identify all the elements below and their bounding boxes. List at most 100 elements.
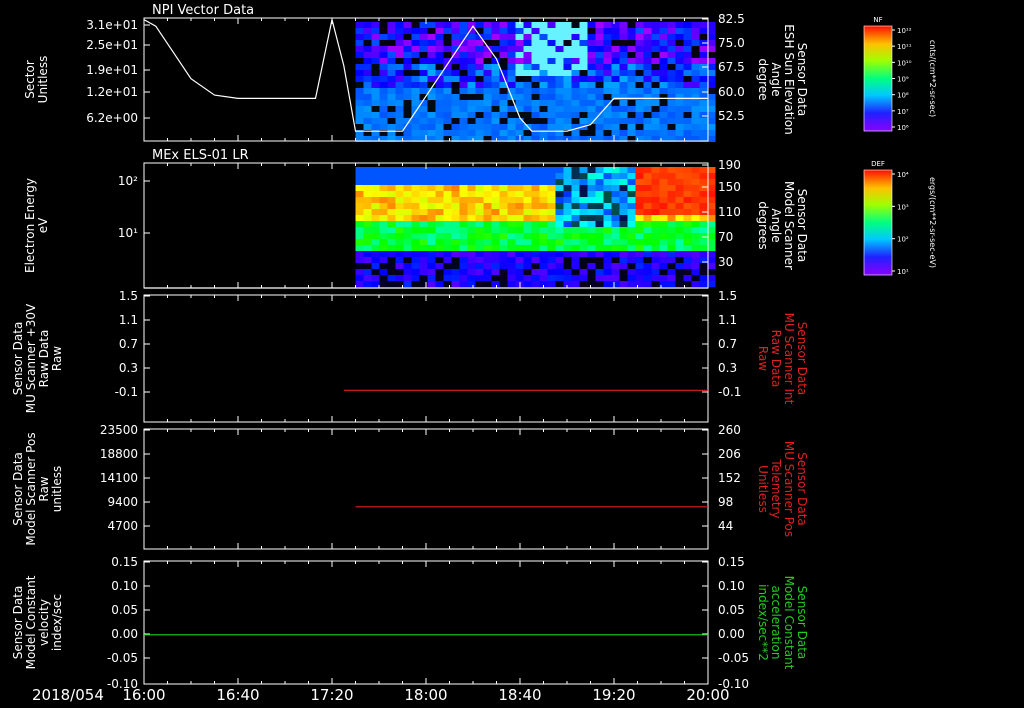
right-tick-label: 44	[718, 519, 733, 533]
colorbar-tick-label: 10³	[897, 203, 909, 211]
time-tick-label: 18:40	[498, 686, 541, 704]
left-tick-label: 6.2e+00	[86, 111, 138, 125]
left-tick-label: 0.15	[111, 555, 138, 569]
left-axis-label: unitless	[50, 466, 64, 512]
right-tick-label: 1.5	[718, 289, 737, 303]
left-axis-label: Model Scanner Pos	[24, 432, 38, 545]
right-axis-label: acceleration	[769, 586, 783, 660]
right-axis-label: Angle	[769, 62, 783, 96]
colorbar-units: cnts/(cm**2-sr-sec)	[928, 40, 937, 117]
left-axis-label: MU Scanner +30V	[24, 303, 38, 413]
right-tick-label: 0.05	[718, 603, 745, 617]
right-axis-label: Raw Data	[769, 330, 783, 388]
left-axis-label: velocity	[37, 599, 51, 646]
left-axis-label: Raw	[50, 346, 64, 371]
right-tick-label: 0.3	[718, 361, 737, 375]
right-tick-label: 0.00	[718, 627, 745, 641]
right-tick-label: 190	[718, 158, 741, 172]
right-axis-label: Sensor Data	[795, 452, 809, 526]
right-tick-label: 150	[718, 180, 741, 194]
right-axis-label: degrees	[756, 201, 770, 249]
left-axis-label: Electron Energy	[23, 178, 37, 273]
left-tick-label: 0.10	[111, 579, 138, 593]
left-tick-label: 4700	[107, 519, 138, 533]
left-tick-label: 1.9e+01	[86, 63, 138, 77]
colorbar-tick-label: 10¹	[897, 268, 909, 276]
right-axis-label: Model Constant	[782, 576, 796, 670]
right-axis-label: Sensor Data	[795, 322, 809, 396]
right-tick-label: 0.10	[718, 579, 745, 593]
time-tick-label: 18:00	[404, 686, 447, 704]
left-axis-label: index/sec	[50, 594, 64, 651]
right-axis-label: Sensor Data	[795, 189, 809, 263]
right-axis-label: degree	[756, 58, 770, 100]
panel-title-0: NPI Vector Data	[152, 3, 254, 18]
right-tick-label: 260	[718, 423, 741, 437]
right-axis-label: Telemetry	[769, 458, 783, 518]
left-tick-label: 0.00	[111, 627, 138, 641]
right-axis-label: ESH Sun Elevation	[782, 24, 796, 134]
right-axis-label: index/sec**2	[756, 584, 770, 661]
right-tick-label: 152	[718, 471, 741, 485]
left-tick-label: 14100	[100, 471, 138, 485]
left-tick-label: -0.05	[107, 651, 138, 665]
right-tick-label: 60.0	[718, 85, 745, 99]
colorbar-0	[863, 25, 893, 132]
colorbar-tick-label: 10⁶	[897, 124, 909, 132]
colorbar-tick-label: 10¹¹	[897, 43, 912, 51]
right-tick-label: 110	[718, 205, 741, 219]
left-axis-label: Sensor Data	[11, 452, 25, 526]
time-tick-label: 20:00	[686, 686, 729, 704]
right-tick-label: 52.5	[718, 109, 745, 123]
panel-frame-2	[143, 294, 709, 423]
right-tick-label: 98	[718, 495, 733, 509]
colorbar-1	[863, 169, 893, 276]
left-axis-label: Raw Data	[37, 330, 51, 388]
panel-title-1: MEx ELS-01 LR	[152, 148, 249, 163]
right-tick-label: 82.5	[718, 12, 745, 26]
colorbar-tick-label: 10⁷	[897, 108, 909, 116]
colorbar-tick-label: 10¹⁰	[897, 59, 912, 67]
left-tick-label: 0.7	[119, 337, 138, 351]
right-tick-label: 30	[718, 255, 733, 269]
colorbar-tick-label: 10⁹	[897, 76, 909, 84]
right-tick-label: -0.05	[718, 651, 749, 665]
right-tick-label: 67.5	[718, 60, 745, 74]
time-tick-label: 19:20	[592, 686, 635, 704]
left-tick-label: 3.1e+01	[86, 18, 138, 32]
left-tick-label: 1.5	[119, 289, 138, 303]
left-axis-label: eV	[36, 217, 50, 233]
right-axis-label: Sensor Data	[795, 43, 809, 117]
right-tick-label: 0.15	[718, 555, 745, 569]
plot-canvas: NPI Vector Data 3.1e+01 2.5e+01 1.9e+01 1.2e…	[11, 3, 937, 704]
left-axis-label: Unitless	[36, 56, 50, 104]
left-tick-label: 1.2e+01	[86, 85, 138, 99]
right-tick-label: -0.1	[718, 385, 741, 399]
colorbar-tag: NF	[873, 16, 882, 24]
left-tick-label: 2.5e+01	[86, 38, 138, 52]
left-axis-label: Model Constant	[24, 575, 38, 669]
left-tick-label: 18800	[100, 447, 138, 461]
right-tick-label: 75.0	[718, 36, 745, 50]
time-tick-label: 16:00	[122, 686, 165, 704]
left-axis-label: Sensor Data	[11, 322, 25, 396]
right-axis-label: Angle	[769, 208, 783, 242]
right-axis-label: Sensor Data	[795, 586, 809, 660]
time-tick-label: 16:40	[216, 686, 259, 704]
colorbar-tag: DEF	[871, 160, 885, 168]
colorbar-tick-label: 10⁴	[897, 171, 909, 179]
left-tick-label: 10¹	[118, 226, 138, 240]
colorbar-units: ergs/(cm**2-sr-sec-eV)	[928, 177, 937, 268]
left-tick-label: 10²	[118, 174, 138, 188]
time-tick-label: 17:20	[310, 686, 353, 704]
colorbar-tick-label: 10¹²	[897, 27, 912, 35]
date-label: 2018/054	[32, 686, 104, 704]
colorbar-tick-label: 10⁸	[897, 92, 909, 100]
left-tick-label: 0.3	[119, 361, 138, 375]
left-tick-label: 23500	[100, 423, 138, 437]
spectrogram-1	[355, 167, 716, 287]
right-axis-label: Unitless	[756, 465, 770, 513]
right-tick-label: 1.1	[718, 313, 737, 327]
left-axis-label: Sector	[23, 60, 37, 99]
colorbar-tick-label: 10²	[897, 236, 909, 244]
